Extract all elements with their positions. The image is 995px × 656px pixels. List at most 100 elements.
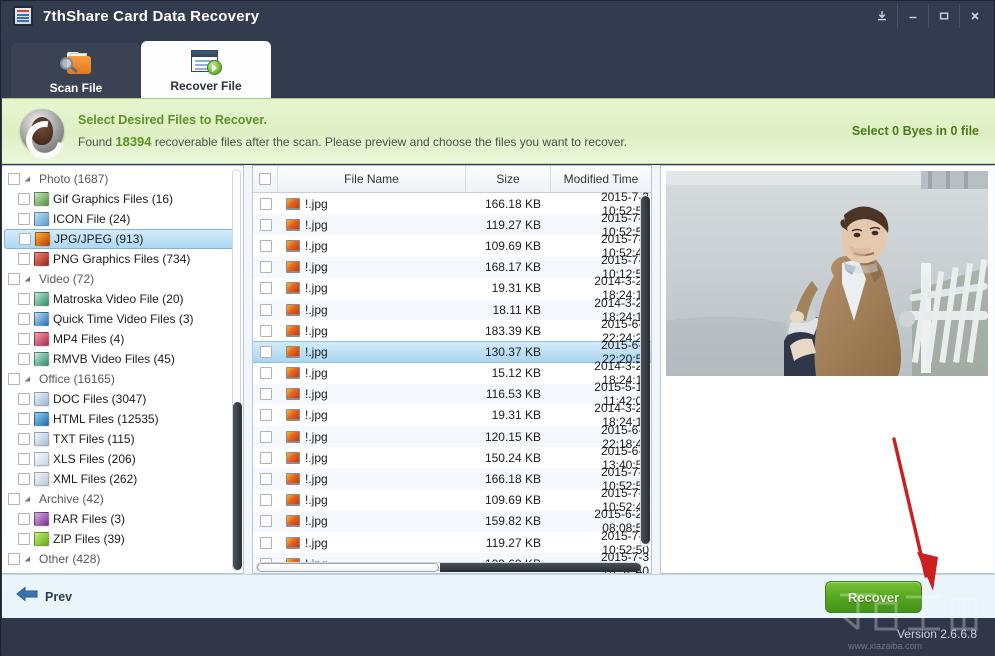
sidebar-item-checkbox[interactable] bbox=[8, 553, 20, 565]
sidebar-item-checkbox[interactable] bbox=[18, 293, 30, 305]
sidebar-item-11[interactable]: DOC Files (3047) bbox=[2, 389, 243, 409]
sidebar-item-14[interactable]: XLS Files (206) bbox=[2, 449, 243, 469]
row-checkbox-cell[interactable] bbox=[253, 388, 278, 401]
recover-button[interactable]: Recover bbox=[825, 581, 922, 613]
file-list-horizontal-scrollbar-track[interactable] bbox=[440, 563, 641, 572]
row-checkbox[interactable] bbox=[259, 388, 272, 401]
sidebar-item-checkbox[interactable] bbox=[8, 173, 20, 185]
row-checkbox-cell[interactable] bbox=[253, 218, 278, 231]
row-checkbox[interactable] bbox=[259, 515, 272, 528]
tab-scan-file[interactable]: Scan File bbox=[11, 43, 141, 100]
row-checkbox-cell[interactable] bbox=[253, 536, 278, 549]
row-checkbox-cell[interactable] bbox=[253, 430, 278, 443]
sidebar-item-7[interactable]: Quick Time Video Files (3) bbox=[2, 309, 243, 329]
column-header-modified-time[interactable]: Modified Time bbox=[551, 166, 651, 192]
sidebar-item-checkbox[interactable] bbox=[18, 213, 30, 225]
row-checkbox-cell[interactable] bbox=[253, 282, 278, 295]
sidebar-scrollbar-thumb[interactable] bbox=[233, 402, 242, 570]
sidebar-item-checkbox[interactable] bbox=[18, 193, 30, 205]
download-button[interactable] bbox=[866, 4, 897, 28]
row-checkbox[interactable] bbox=[259, 494, 272, 507]
icon-file-icon bbox=[34, 212, 49, 226]
expand-collapse-triangle-icon[interactable] bbox=[20, 555, 34, 564]
file-list-horizontal-scrollbar[interactable] bbox=[256, 562, 642, 572]
row-checkbox-cell[interactable] bbox=[253, 197, 278, 210]
sidebar-item-checkbox[interactable] bbox=[18, 513, 30, 525]
sidebar-item-16[interactable]: Archive (42) bbox=[2, 489, 243, 509]
row-checkbox[interactable] bbox=[259, 451, 272, 464]
column-header-file-name[interactable]: File Name bbox=[278, 166, 466, 192]
row-checkbox[interactable] bbox=[259, 473, 272, 486]
row-checkbox-cell[interactable] bbox=[253, 345, 278, 358]
sidebar-item-9[interactable]: RMVB Video Files (45) bbox=[2, 349, 243, 369]
close-button[interactable] bbox=[959, 4, 990, 28]
sidebar-item-3[interactable]: JPG/JPEG (913) bbox=[4, 229, 239, 249]
minimize-button[interactable] bbox=[897, 4, 928, 28]
row-checkbox[interactable] bbox=[259, 536, 272, 549]
row-checkbox[interactable] bbox=[259, 324, 272, 337]
row-checkbox-cell[interactable] bbox=[253, 261, 278, 274]
sidebar-item-checkbox[interactable] bbox=[8, 373, 20, 385]
row-checkbox[interactable] bbox=[259, 239, 272, 252]
sidebar-item-17[interactable]: RAR Files (3) bbox=[2, 509, 243, 529]
sidebar-item-2[interactable]: ICON File (24) bbox=[2, 209, 243, 229]
row-checkbox-cell[interactable] bbox=[253, 239, 278, 252]
tab-recover-file[interactable]: Recover File bbox=[141, 41, 271, 100]
row-checkbox-cell[interactable] bbox=[253, 324, 278, 337]
sidebar-item-1[interactable]: Gif Graphics Files (16) bbox=[2, 189, 243, 209]
sidebar-item-5[interactable]: Video (72) bbox=[2, 269, 243, 289]
row-checkbox-cell[interactable] bbox=[253, 515, 278, 528]
row-checkbox-cell[interactable] bbox=[253, 473, 278, 486]
sidebar-item-10[interactable]: Office (16165) bbox=[2, 369, 243, 389]
row-checkbox-cell[interactable] bbox=[253, 303, 278, 316]
row-checkbox[interactable] bbox=[259, 409, 272, 422]
expand-collapse-triangle-icon[interactable] bbox=[20, 175, 34, 184]
select-all-header-cell[interactable] bbox=[253, 166, 278, 192]
file-list-vertical-scrollbar[interactable] bbox=[640, 195, 650, 547]
expand-collapse-triangle-icon[interactable] bbox=[20, 275, 34, 284]
expand-collapse-triangle-icon[interactable] bbox=[20, 375, 34, 384]
sidebar-item-checkbox[interactable] bbox=[18, 333, 30, 345]
row-checkbox-cell[interactable] bbox=[253, 409, 278, 422]
sidebar-item-checkbox[interactable] bbox=[18, 353, 30, 365]
sidebar-item-checkbox[interactable] bbox=[18, 533, 30, 545]
row-checkbox[interactable] bbox=[259, 367, 272, 380]
row-checkbox[interactable] bbox=[259, 218, 272, 231]
sidebar-item-checkbox[interactable] bbox=[18, 253, 30, 265]
sidebar-item-checkbox[interactable] bbox=[18, 473, 30, 485]
sidebar-item-4[interactable]: PNG Graphics Files (734) bbox=[2, 249, 243, 269]
sidebar-item-13[interactable]: TXT Files (115) bbox=[2, 429, 243, 449]
row-checkbox[interactable] bbox=[259, 282, 272, 295]
row-checkbox-cell[interactable] bbox=[253, 367, 278, 380]
sidebar-item-19[interactable]: Other (428) bbox=[2, 549, 243, 569]
sidebar-item-checkbox[interactable] bbox=[18, 413, 30, 425]
sidebar-item-checkbox[interactable] bbox=[8, 493, 20, 505]
sidebar-item-checkbox[interactable] bbox=[19, 233, 31, 245]
sidebar-item-12[interactable]: HTML Files (12535) bbox=[2, 409, 243, 429]
row-checkbox-cell[interactable] bbox=[253, 451, 278, 464]
select-all-checkbox[interactable] bbox=[259, 173, 271, 185]
maximize-button[interactable] bbox=[928, 4, 959, 28]
row-checkbox[interactable] bbox=[259, 303, 272, 316]
column-header-size[interactable]: Size bbox=[466, 166, 551, 192]
sidebar-item-6[interactable]: Matroska Video File (20) bbox=[2, 289, 243, 309]
sidebar-item-8[interactable]: MP4 Files (4) bbox=[2, 329, 243, 349]
sidebar-item-18[interactable]: ZIP Files (39) bbox=[2, 529, 243, 549]
expand-collapse-triangle-icon[interactable] bbox=[20, 495, 34, 504]
row-checkbox[interactable] bbox=[259, 345, 272, 358]
row-checkbox-cell[interactable] bbox=[253, 494, 278, 507]
sidebar-item-checkbox[interactable] bbox=[18, 453, 30, 465]
file-list-horizontal-scrollbar-thumb[interactable] bbox=[257, 563, 439, 572]
prev-button[interactable]: Prev bbox=[16, 586, 72, 607]
sidebar-scrollbar[interactable] bbox=[232, 169, 242, 571]
row-checkbox[interactable] bbox=[259, 197, 272, 210]
sidebar-item-checkbox[interactable] bbox=[18, 393, 30, 405]
sidebar-item-15[interactable]: XML Files (262) bbox=[2, 469, 243, 489]
file-list-vertical-scrollbar-thumb[interactable] bbox=[641, 196, 650, 544]
row-checkbox[interactable] bbox=[259, 261, 272, 274]
sidebar-item-checkbox[interactable] bbox=[18, 313, 30, 325]
sidebar-item-checkbox[interactable] bbox=[8, 273, 20, 285]
sidebar-item-0[interactable]: Photo (1687) bbox=[2, 169, 243, 189]
row-checkbox[interactable] bbox=[259, 430, 272, 443]
sidebar-item-checkbox[interactable] bbox=[18, 433, 30, 445]
